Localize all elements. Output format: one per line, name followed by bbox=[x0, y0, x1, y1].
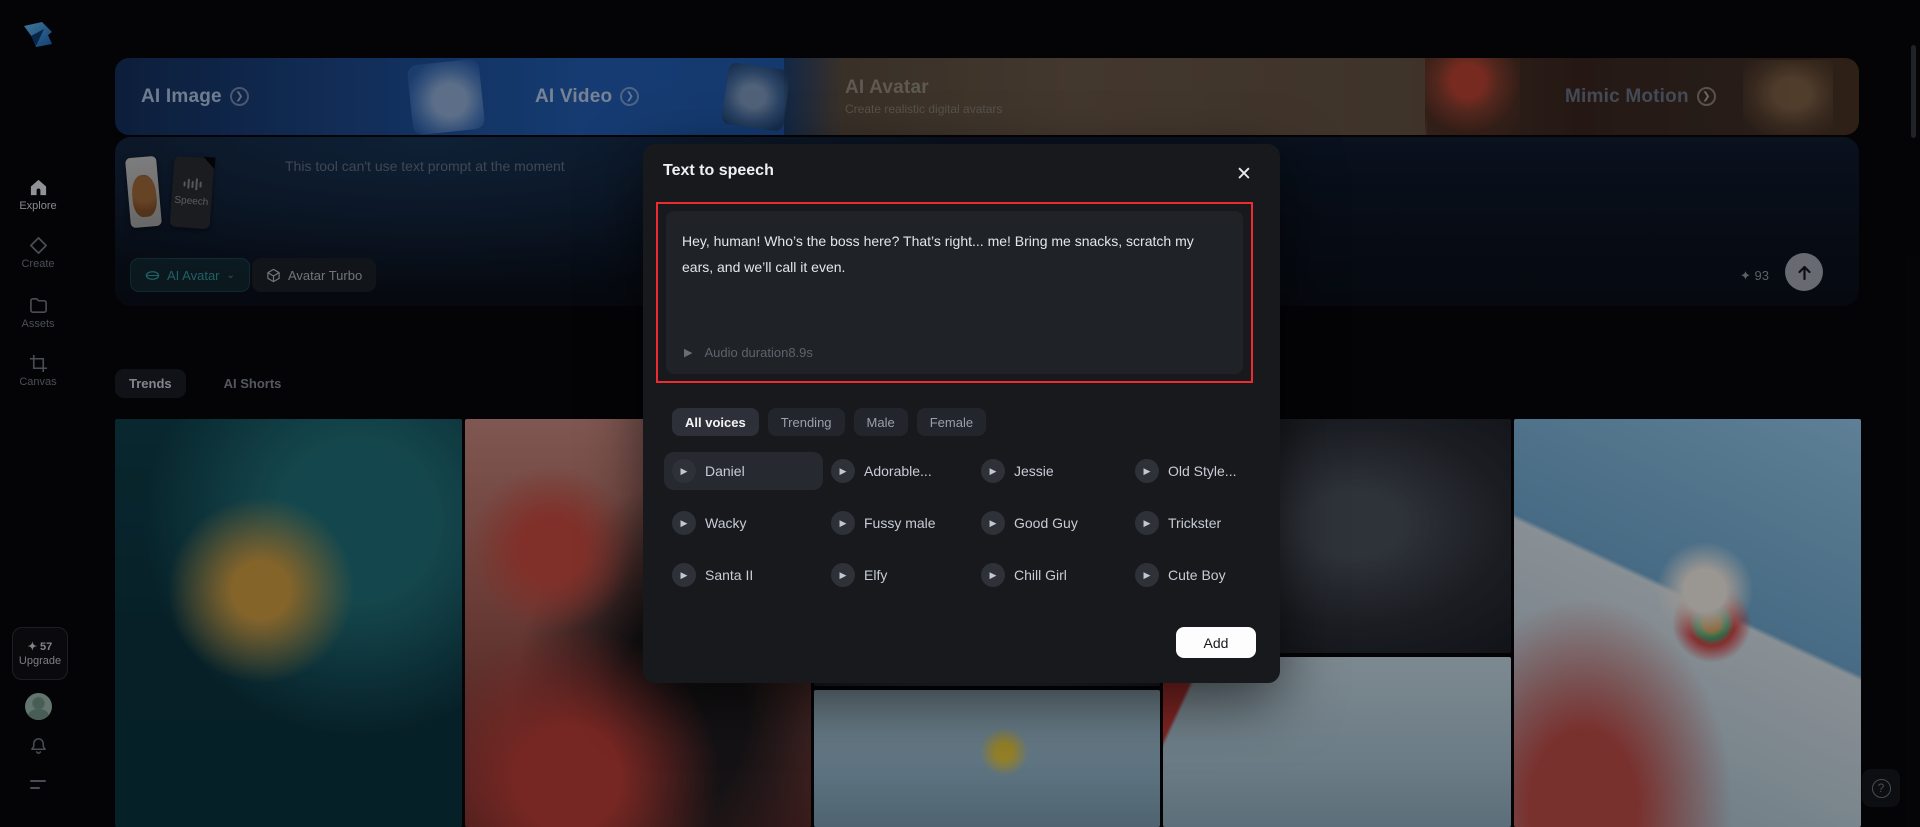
voice-option-santa-ii[interactable]: ▶ Santa II bbox=[664, 556, 823, 594]
voice-option-good-guy[interactable]: ▶ Good Guy bbox=[973, 504, 1127, 542]
voice-option-jessie[interactable]: ▶ Jessie bbox=[973, 452, 1127, 490]
voice-option-trickster[interactable]: ▶ Trickster bbox=[1127, 504, 1267, 542]
voice-option-fussy-male[interactable]: ▶ Fussy male bbox=[823, 504, 973, 542]
voice-option-daniel[interactable]: ▶ Daniel bbox=[664, 452, 823, 490]
voice-option-adorable[interactable]: ▶ Adorable... bbox=[823, 452, 973, 490]
play-icon[interactable]: ▶ bbox=[1135, 563, 1159, 587]
play-icon[interactable]: ▶ bbox=[981, 563, 1005, 587]
play-icon[interactable]: ▶ bbox=[831, 511, 855, 535]
voice-option-chill-girl[interactable]: ▶ Chill Girl bbox=[973, 556, 1127, 594]
add-button[interactable]: Add bbox=[1176, 627, 1256, 658]
play-icon: ▶ bbox=[684, 347, 693, 359]
play-icon[interactable]: ▶ bbox=[981, 459, 1005, 483]
close-icon[interactable]: ✕ bbox=[1233, 164, 1255, 186]
filter-male[interactable]: Male bbox=[853, 408, 908, 436]
voice-option-wacky[interactable]: ▶ Wacky bbox=[664, 504, 823, 542]
play-icon[interactable]: ▶ bbox=[672, 511, 696, 535]
play-icon[interactable]: ▶ bbox=[672, 563, 696, 587]
voice-option-cute-boy[interactable]: ▶ Cute Boy bbox=[1127, 556, 1267, 594]
filter-all-voices[interactable]: All voices bbox=[672, 408, 759, 436]
voice-option-elfy[interactable]: ▶ Elfy bbox=[823, 556, 973, 594]
play-icon[interactable]: ▶ bbox=[831, 459, 855, 483]
text-to-speech-modal: Text to speech ✕ Hey, human! Who’s the b… bbox=[643, 144, 1280, 683]
audio-duration-label: Audio duration8.9s bbox=[704, 345, 813, 360]
voice-option-old-style[interactable]: ▶ Old Style... bbox=[1127, 452, 1267, 490]
filter-female[interactable]: Female bbox=[916, 408, 987, 436]
play-icon[interactable]: ▶ bbox=[1135, 511, 1159, 535]
play-icon[interactable]: ▶ bbox=[1135, 459, 1159, 483]
play-icon[interactable]: ▶ bbox=[672, 459, 696, 483]
play-icon[interactable]: ▶ bbox=[831, 563, 855, 587]
filter-trending[interactable]: Trending bbox=[767, 408, 845, 436]
modal-title: Text to speech bbox=[663, 162, 774, 179]
audio-preview-row[interactable]: ▶ Audio duration8.9s bbox=[684, 345, 813, 360]
play-icon[interactable]: ▶ bbox=[981, 511, 1005, 535]
voice-grid: ▶ Daniel ▶ Adorable... ▶ Jessie ▶ Old Style.… bbox=[664, 452, 1267, 594]
voice-filter-chips: All voices Trending Male Female bbox=[672, 408, 987, 436]
app-root: Explore Create Assets Canvas ✦ 57 Upgrad… bbox=[0, 0, 1920, 827]
